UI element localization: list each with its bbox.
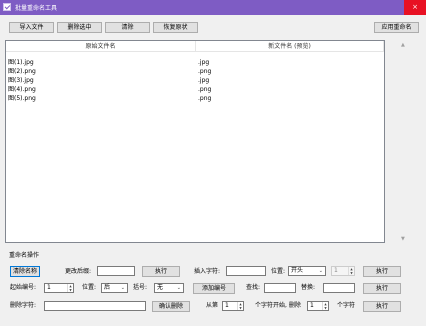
add-number-button[interactable]: 添加编号 xyxy=(193,283,235,294)
bracket-select[interactable]: 无 ⌄ xyxy=(154,283,184,293)
bracket-value: 无 xyxy=(157,284,164,291)
execute-insert-button[interactable]: 执行 xyxy=(363,266,401,277)
app-check-icon xyxy=(3,3,11,11)
close-icon[interactable]: × xyxy=(404,0,426,15)
list-item-original[interactable]: 图(4).png xyxy=(8,86,36,94)
delete-char-input[interactable] xyxy=(44,301,146,311)
scroll-up-icon[interactable]: ▲ xyxy=(401,42,405,48)
delete-count-end-label: 个字符 xyxy=(337,302,356,309)
delete-count-mid-label: 个字符开始, 删除 xyxy=(255,302,301,309)
start-number-value: 1 xyxy=(47,284,51,291)
insert-position-number-value: 1 xyxy=(334,267,338,274)
insert-char-input[interactable] xyxy=(226,266,266,276)
list-item-preview[interactable]: .png xyxy=(198,86,211,94)
window-title: 批量重命名工具 xyxy=(15,5,58,12)
spin-arrows-icon[interactable]: ▲ ▼ xyxy=(322,302,328,310)
change-ext-label: 更改后缀: xyxy=(65,268,92,275)
list-item-preview[interactable]: .jpg xyxy=(198,77,209,85)
delete-from-spinbox[interactable]: 1 ▲ ▼ xyxy=(222,301,244,311)
column-header-original[interactable]: 原始文件名 xyxy=(6,41,196,52)
delete-char-label: 删除字符: xyxy=(10,302,37,309)
file-list[interactable]: 原始文件名 新文件名 (预览) 图(1).jpg .jpg 图(2).png .… xyxy=(5,40,385,243)
insert-position-number[interactable]: 1 ▲ ▼ xyxy=(331,266,355,276)
chevron-down-icon: ⌄ xyxy=(318,268,323,274)
apply-rename-button[interactable]: 应用重命名 xyxy=(374,22,419,33)
start-number-spinbox[interactable]: 1 ▲ ▼ xyxy=(44,283,74,293)
remove-selected-button[interactable]: 删除选中 xyxy=(57,22,102,33)
execute-replace-button[interactable]: 执行 xyxy=(363,283,401,294)
start-number-label: 起始编号: xyxy=(10,284,37,291)
scroll-down-icon[interactable]: ▼ xyxy=(401,236,405,242)
spin-arrows-icon[interactable]: ▲ ▼ xyxy=(348,267,354,275)
column-header-preview[interactable]: 新文件名 (预览) xyxy=(196,41,384,52)
list-item-original[interactable]: 图(1).jpg xyxy=(8,59,34,67)
list-item-preview[interactable]: .jpg xyxy=(198,59,209,67)
restore-button[interactable]: 恢复原状 xyxy=(153,22,198,33)
delete-count-value: 1 xyxy=(310,302,314,309)
clear-name-button[interactable]: 清除名称 xyxy=(10,266,40,277)
replace-input[interactable] xyxy=(323,283,355,293)
section-title: 重命名操作 xyxy=(9,252,40,259)
list-item-original[interactable]: 图(2).png xyxy=(8,68,36,76)
number-position-value: 后 xyxy=(104,284,111,291)
delete-from-label: 从第 xyxy=(206,302,219,309)
insert-char-label: 插入字符: xyxy=(194,268,221,275)
title-bar: 批量重命名工具 × xyxy=(0,0,426,15)
confirm-delete-button[interactable]: 确认删除 xyxy=(152,301,190,312)
number-position-label: 位置: xyxy=(82,284,97,291)
import-files-button[interactable]: 导入文件 xyxy=(9,22,54,33)
execute-ext-button[interactable]: 执行 xyxy=(142,266,180,277)
find-input[interactable] xyxy=(264,283,296,293)
delete-from-value: 1 xyxy=(225,302,229,309)
replace-label: 替换: xyxy=(301,284,316,291)
change-ext-input[interactable] xyxy=(97,266,135,276)
insert-position-select[interactable]: 开头 ⌄ xyxy=(288,266,326,276)
chevron-down-icon: ⌄ xyxy=(176,285,181,291)
list-item-original[interactable]: 图(5).png xyxy=(8,95,36,103)
list-item-original[interactable]: 图(3).jpg xyxy=(8,77,34,85)
spin-arrows-icon[interactable]: ▲ ▼ xyxy=(67,284,73,292)
chevron-down-icon: ⌄ xyxy=(120,285,125,291)
number-position-select[interactable]: 后 ⌄ xyxy=(101,283,128,293)
execute-delete-button[interactable]: 执行 xyxy=(363,301,401,312)
clear-button[interactable]: 清除 xyxy=(105,22,150,33)
insert-position-label: 位置: xyxy=(271,268,286,275)
delete-count-spinbox[interactable]: 1 ▲ ▼ xyxy=(307,301,329,311)
spin-arrows-icon[interactable]: ▲ ▼ xyxy=(237,302,243,310)
list-item-preview[interactable]: .png xyxy=(198,95,211,103)
insert-position-value: 开头 xyxy=(291,267,304,274)
find-label: 查找: xyxy=(246,284,261,291)
list-item-preview[interactable]: .png xyxy=(198,68,211,76)
bracket-label: 括号: xyxy=(133,284,148,291)
